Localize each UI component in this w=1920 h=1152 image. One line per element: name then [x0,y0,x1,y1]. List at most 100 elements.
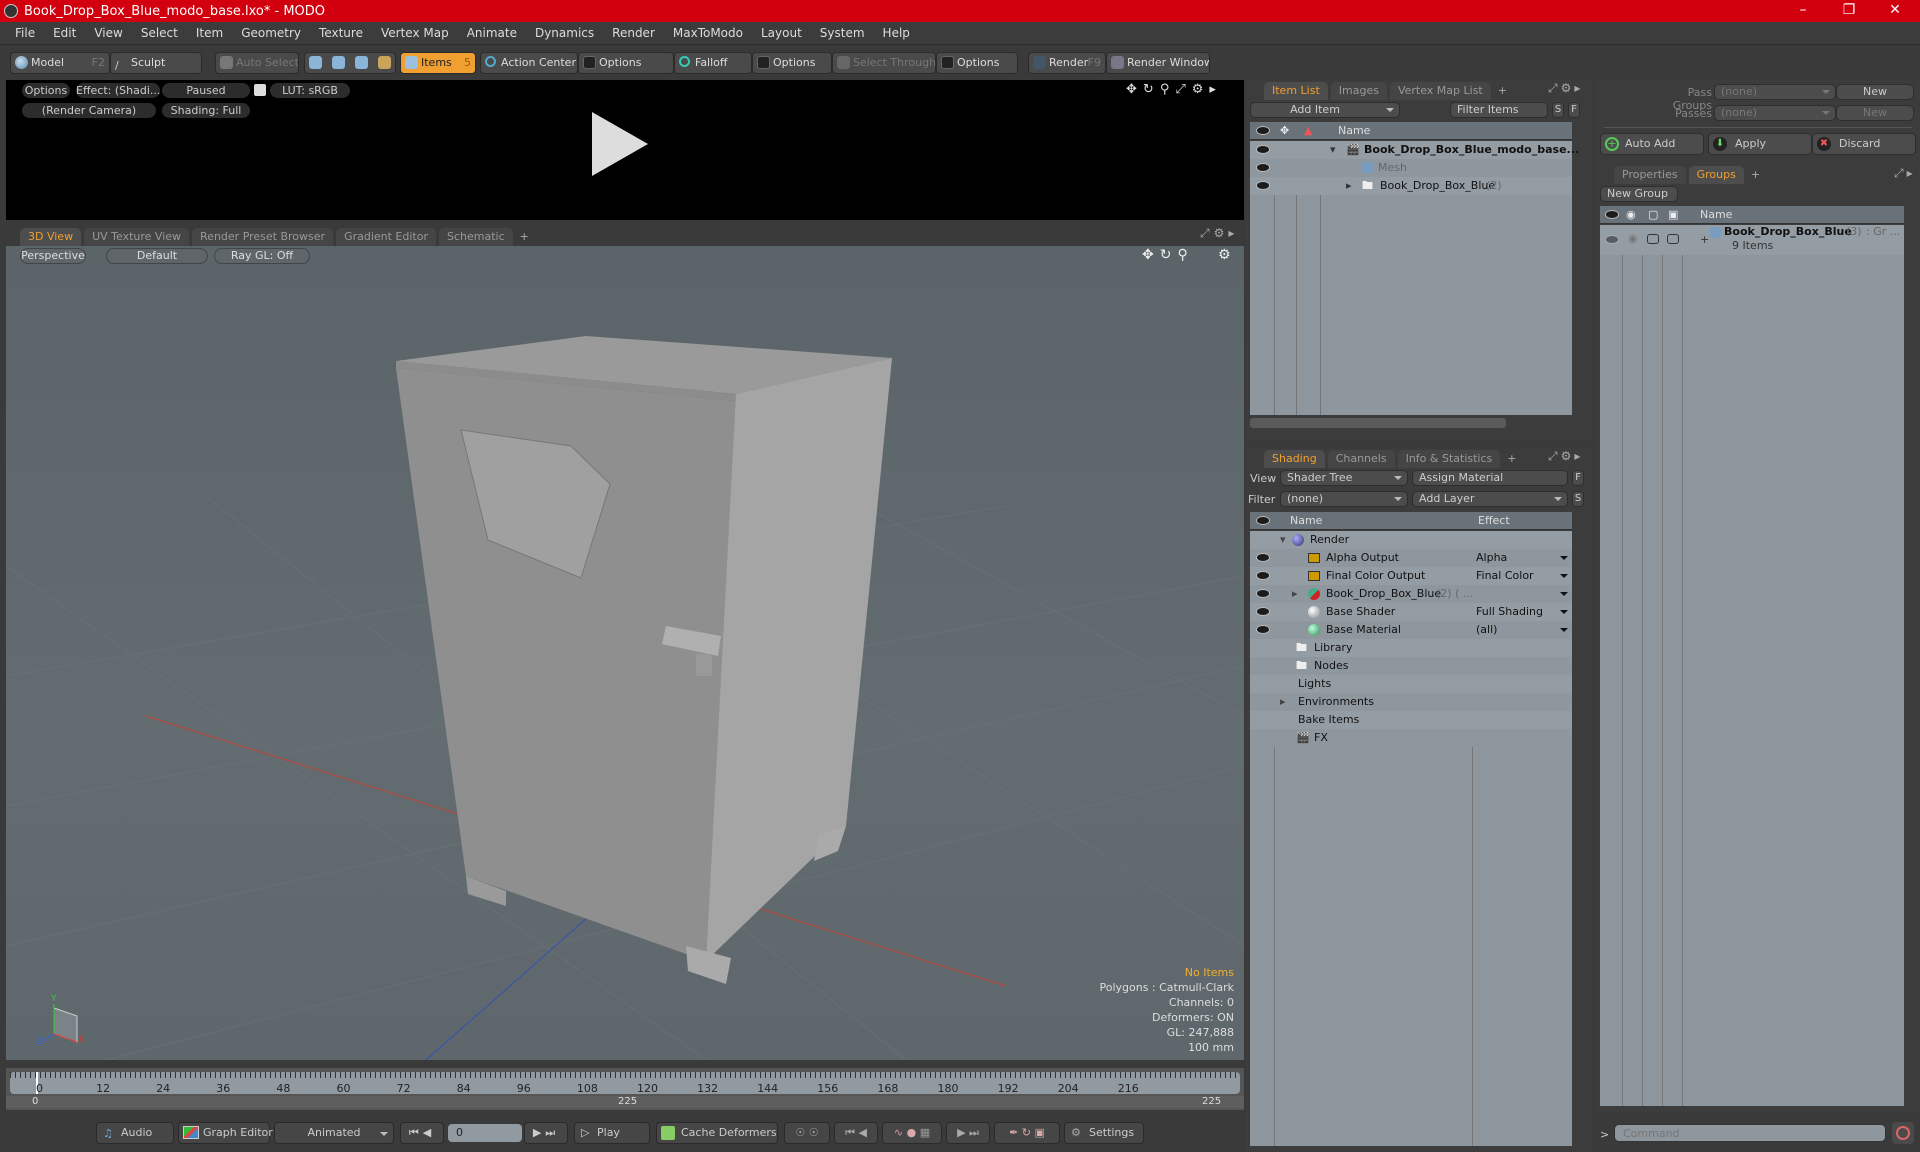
effect-value[interactable]: Full Shading [1476,603,1543,621]
tab-groups[interactable]: Groups [1688,166,1744,184]
visibility-column-icon[interactable] [1256,126,1270,135]
action-center-options-button[interactable]: Options [578,52,674,74]
passes-dropdown[interactable]: (none) [1714,105,1836,121]
shader-row-bake-items[interactable]: Bake Items [1250,711,1572,729]
audio-button[interactable]: ♫ Audio [96,1122,174,1144]
name-column-header[interactable]: Name [1700,208,1732,221]
filter-items-input[interactable]: Filter Items [1450,102,1548,118]
tab-images[interactable]: Images [1330,82,1387,100]
visibility-eye-icon[interactable] [1605,235,1619,244]
item-row-scene[interactable]: ▾ 🎬 Book_Drop_Box_Blue_modo_base... [1250,141,1579,159]
timeline[interactable]: 0 12 24 36 48 60 72 84 96 108 120 132 144 156 168 180 19… [6,1068,1244,1110]
effect-value[interactable]: Alpha [1476,549,1507,567]
shader-row-base-shader[interactable]: Base Shader Full Shading [1250,603,1572,621]
item-row-mesh[interactable]: Mesh [1250,159,1572,177]
menu-system[interactable]: System [811,26,874,40]
command-input[interactable] [1614,1124,1886,1142]
item-row-group[interactable]: ▸ 🖿 Book_Drop_Box_Blue (2) [1250,177,1572,195]
shader-row-lights[interactable]: Lights [1250,675,1572,693]
perspective-dropdown[interactable]: Perspective [20,248,86,264]
first-frame-icon[interactable]: ⏮ [409,1126,423,1139]
effect-column-header[interactable]: Effect [1478,514,1510,527]
play-button[interactable]: ▷ Play [574,1122,650,1144]
visibility-eye-icon[interactable] [1256,145,1270,154]
menu-select[interactable]: Select [132,26,187,40]
menu-maxtomodo[interactable]: MaxToModo [664,26,752,40]
menu-animate[interactable]: Animate [458,26,526,40]
apply-button[interactable]: ⬇ Apply [1708,133,1812,155]
visibility-eye-icon[interactable] [1256,163,1270,172]
render-button[interactable]: Render F9 [1028,52,1106,74]
tab-channels[interactable]: Channels [1327,450,1395,468]
s-button[interactable]: S [1572,491,1584,507]
menu-view[interactable]: View [85,26,131,40]
current-frame-input[interactable]: 0 [448,1124,522,1142]
materials-mode-icon[interactable] [378,56,391,69]
falloff-button[interactable]: Falloff [674,52,752,74]
zoom-icon[interactable]: ⚲ [1177,247,1193,263]
add-layer-dropdown[interactable]: Add Layer [1412,491,1568,507]
expand-arrow-icon[interactable]: ▸ [1574,449,1583,463]
tab-render-preset-browser[interactable]: Render Preset Browser [192,228,334,246]
visibility-eye-icon[interactable] [1256,571,1270,580]
tab-3d-view[interactable]: 3D View [20,228,82,246]
search-s-button[interactable]: S [1552,102,1564,118]
action-center-button[interactable]: Action Center [480,52,578,74]
camera-dropdown[interactable]: (Render Camera) [22,103,156,118]
shader-row-library[interactable]: 🖿 Library [1250,639,1572,657]
zoom-icon[interactable]: ⚲ [1160,82,1176,97]
axis-column-icon[interactable]: ▲ [1304,124,1312,137]
expand-plus-icon[interactable]: + [1700,233,1709,246]
sculpt-mode-button[interactable]: / Sculpt [110,52,202,74]
menu-file[interactable]: File [6,26,44,40]
select-through-options-button[interactable]: Options [936,52,1018,74]
key-options-icon[interactable]: ▦ [920,1126,930,1139]
lock-column-icon[interactable]: ✥ [1280,124,1289,137]
edges-mode-icon[interactable] [332,56,345,69]
auto-key-icon[interactable]: ∿ [894,1126,903,1139]
maximize-icon[interactable]: ⤢ [1548,81,1561,95]
name-column-header[interactable]: Name [1290,514,1322,527]
view-dropdown[interactable]: Shader Tree [1280,470,1408,486]
expand-arrow-icon[interactable]: ▸ [1346,177,1352,195]
tab-item-list[interactable]: Item List [1264,82,1328,100]
visibility-column-icon[interactable] [1256,516,1270,525]
shader-row-fx[interactable]: 🎬 FX [1250,729,1572,747]
chevron-down-icon[interactable] [1560,628,1568,632]
menu-layout[interactable]: Layout [752,26,811,40]
timeline-range-bar[interactable]: 0 225 225 [6,1096,1244,1108]
collapse-arrow-icon[interactable]: ▾ [1330,141,1336,159]
visibility-eye-icon[interactable] [1256,553,1270,562]
expand-arrow-icon[interactable]: ▸ [1574,81,1583,95]
minimize-button[interactable]: – [1780,0,1826,22]
select-checkbox[interactable] [1647,234,1659,244]
chevron-down-icon[interactable] [1560,574,1568,578]
menu-render[interactable]: Render [603,26,664,40]
lock-checkbox[interactable] [1667,234,1679,244]
render-column-icon[interactable]: ◉ [1626,208,1636,221]
select-through-button[interactable]: Select Through [832,52,936,74]
expand-arrow-icon[interactable]: ▸ [1228,226,1238,240]
gear-icon[interactable]: ⚙ [1192,82,1210,97]
move-icon[interactable]: ✥ [1126,82,1143,97]
gear-icon[interactable]: ⚙ [1561,449,1575,463]
menu-geometry[interactable]: Geometry [232,26,310,40]
menu-help[interactable]: Help [874,26,919,40]
visibility-eye-icon[interactable] [1256,607,1270,616]
maximize-icon[interactable]: ⤢ [1894,166,1907,180]
last-frame-icon[interactable]: ⏭ [545,1126,559,1139]
tab-schematic[interactable]: Schematic [439,228,513,246]
chevron-down-icon[interactable] [1560,592,1568,596]
settings-button[interactable]: ⚙ Settings [1064,1122,1144,1144]
filter-f-button[interactable]: F [1568,102,1580,118]
expand-arrow-icon[interactable]: ▸ [1209,82,1222,97]
shader-row-material-group[interactable]: ▸ Book_Drop_Box_Blue (2) ( ... [1250,585,1572,603]
animated-dropdown[interactable]: Animated [274,1122,394,1144]
assign-material-button[interactable]: Assign Material [1412,470,1568,486]
visibility-eye-icon[interactable] [1256,625,1270,634]
collapse-arrow-icon[interactable]: ▾ [1280,531,1286,549]
paused-button[interactable]: Paused [162,83,250,98]
shader-row-alpha-output[interactable]: Alpha Output Alpha [1250,549,1572,567]
tab-vertex-map-list[interactable]: Vertex Map List [1389,82,1491,100]
expand-arrow-icon[interactable]: ▸ [1907,166,1916,180]
